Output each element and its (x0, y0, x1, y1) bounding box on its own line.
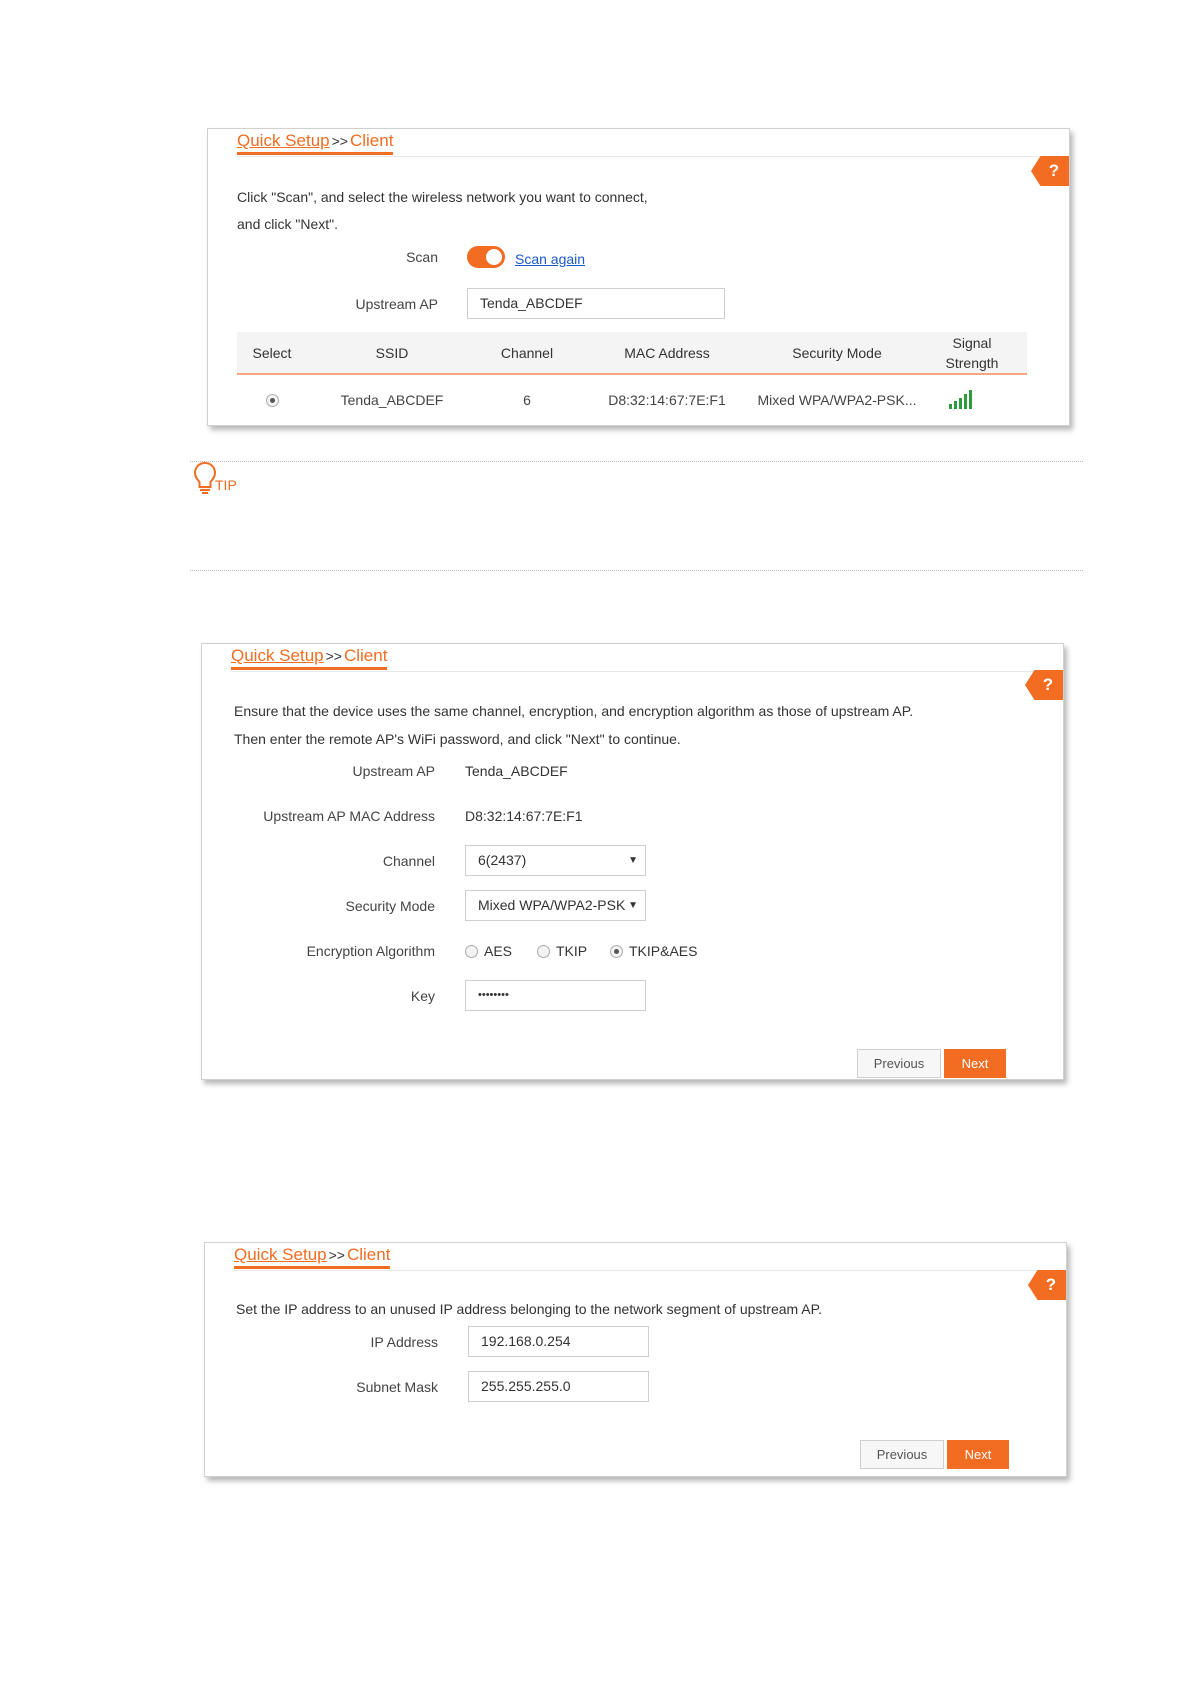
breadcrumb-client: Client (343, 646, 388, 665)
ip-settings-panel: Quick Setup >> Client ? Set the IP address… (204, 1242, 1067, 1477)
algo-aes-label: AES (484, 943, 513, 959)
header-divider (234, 1270, 1037, 1271)
instruction-line-2: Then enter the remote AP's WiFi password… (234, 731, 681, 747)
help-icon[interactable]: ? (1028, 1270, 1066, 1300)
previous-button[interactable]: Previous (860, 1440, 944, 1469)
header-divider (231, 671, 1034, 672)
breadcrumb-separator: >> (328, 1247, 345, 1263)
breadcrumb-client: Client (346, 1245, 391, 1264)
row-ssid: Tenda_ABCDEF (340, 392, 444, 408)
col-select: Select (252, 345, 292, 361)
breadcrumb: Quick Setup >> Client (237, 129, 394, 155)
algo-aes-radio[interactable] (465, 945, 478, 958)
channel-select-value: 6(2437) (478, 852, 527, 868)
channel-label: Channel (382, 853, 435, 869)
upstream-ap-input[interactable]: Tenda_ABCDEF (467, 288, 725, 319)
breadcrumb-quick-setup[interactable]: Quick Setup (237, 131, 330, 150)
row-select-radio[interactable] (266, 394, 279, 407)
chevron-down-icon: ▼ (628, 900, 638, 911)
client-settings-panel: Quick Setup >> Client ? Ensure that the de… (201, 643, 1064, 1080)
upstream-mac-value: D8:32:14:67:7E:F1 (465, 808, 583, 824)
breadcrumb-quick-setup[interactable]: Quick Setup (231, 646, 324, 665)
upstream-ap-label: Upstream AP (355, 296, 438, 312)
row-channel: 6 (523, 392, 531, 408)
tip-bottom-divider (190, 570, 1083, 571)
instruction-line-1: Click "Scan", and select the wireless ne… (237, 189, 648, 205)
scan-label: Scan (406, 249, 438, 265)
breadcrumb: Quick Setup >> Client (234, 1243, 391, 1269)
channel-select[interactable]: 6(2437) ▼ (465, 845, 646, 876)
upstream-ap-label: Upstream AP (352, 763, 435, 779)
ip-address-input[interactable]: 192.168.0.254 (468, 1326, 649, 1357)
row-mac: D8:32:14:67:7E:F1 (608, 392, 726, 408)
row-security: Mixed WPA/WPA2-PSK... (757, 392, 917, 408)
instruction-line-1: Ensure that the device uses the same cha… (234, 703, 914, 719)
tip-top-divider (190, 461, 1083, 462)
security-mode-select[interactable]: Mixed WPA/WPA2-PSK ▼ (465, 890, 646, 921)
next-button[interactable]: Next (947, 1440, 1009, 1469)
col-channel: Channel (500, 345, 554, 361)
help-icon[interactable]: ? (1025, 670, 1063, 700)
help-icon[interactable]: ? (1031, 156, 1069, 186)
col-security: Security Mode (792, 345, 882, 361)
instruction: Set the IP address to an unused IP addre… (236, 1301, 823, 1317)
tip-label: TIP (215, 477, 237, 493)
breadcrumb-quick-setup[interactable]: Quick Setup (234, 1245, 327, 1264)
col-mac: MAC Address (624, 345, 710, 361)
subnet-mask-input[interactable]: 255.255.255.0 (468, 1371, 649, 1402)
security-mode-value: Mixed WPA/WPA2-PSK (478, 897, 626, 913)
next-button[interactable]: Next (944, 1049, 1006, 1078)
algo-tkip-aes-radio[interactable] (610, 945, 623, 958)
algo-tkip-aes-label: TKIP&AES (629, 943, 698, 959)
lightbulb-icon (193, 461, 217, 494)
client-scan-panel: Quick Setup >> Client ? Click "Scan", and … (207, 128, 1070, 426)
breadcrumb-client: Client (349, 131, 394, 150)
upstream-mac-label: Upstream AP MAC Address (263, 808, 435, 824)
col-ssid: SSID (375, 345, 409, 361)
ap-table-header: Select SSID Channel MAC Address Security… (237, 332, 1027, 375)
col-signal: Signal Strength (945, 335, 999, 371)
algo-tkip-radio[interactable] (537, 945, 550, 958)
ip-address-label: IP Address (370, 1334, 438, 1350)
instruction-line-2: and click "Next". (237, 216, 338, 232)
key-input[interactable]: •••••••• (465, 980, 646, 1011)
breadcrumb: Quick Setup >> Client (231, 644, 388, 670)
security-mode-label: Security Mode (345, 898, 435, 914)
scan-toggle[interactable] (467, 246, 505, 268)
algo-tkip-label: TKIP (556, 943, 588, 959)
signal-strength-icon (949, 390, 972, 409)
breadcrumb-separator: >> (331, 133, 348, 149)
scan-again-link[interactable]: Scan again (515, 251, 585, 267)
breadcrumb-separator: >> (325, 648, 342, 664)
chevron-down-icon: ▼ (628, 855, 638, 866)
previous-button[interactable]: Previous (857, 1049, 941, 1078)
subnet-mask-label: Subnet Mask (356, 1379, 438, 1395)
header-divider (237, 156, 1040, 157)
toggle-knob (486, 249, 502, 265)
key-label: Key (410, 988, 435, 1004)
encryption-algorithm-label: Encryption Algorithm (306, 943, 435, 959)
upstream-ap-value: Tenda_ABCDEF (465, 763, 568, 779)
